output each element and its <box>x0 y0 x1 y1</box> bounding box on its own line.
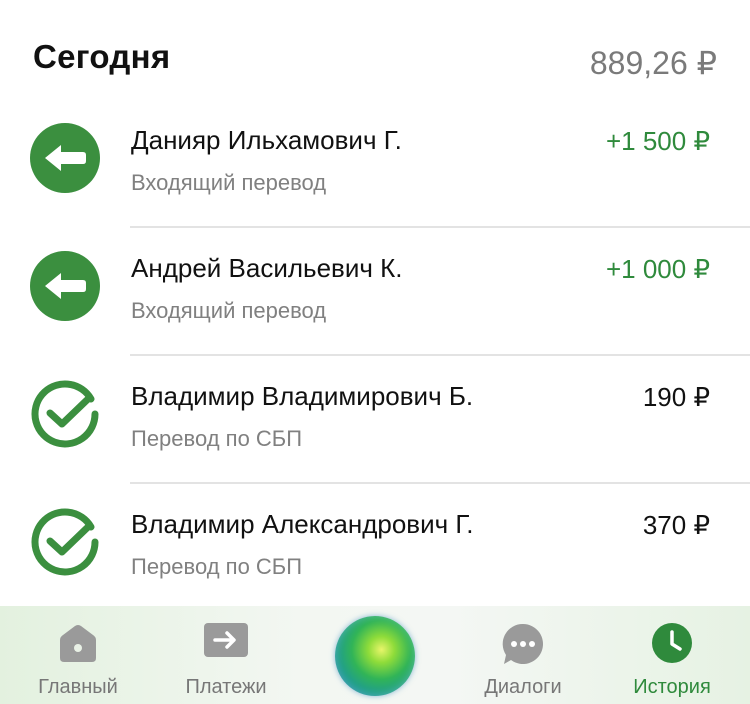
tab-label: Диалоги <box>484 676 562 698</box>
sber-check-icon <box>30 379 100 449</box>
transaction-type: Входящий перевод <box>131 298 327 323</box>
section-title: Сегодня <box>33 38 171 75</box>
transaction-name: Андрей Васильевич К. <box>131 253 403 283</box>
transaction-amount: +1 500 ₽ <box>605 126 710 156</box>
transaction-amount: +1 000 ₽ <box>605 254 710 284</box>
transaction-name: Владимир Владимирович Б. <box>131 381 474 411</box>
home-icon <box>56 622 100 669</box>
tab-payments[interactable]: Платежи <box>166 606 286 704</box>
transaction-row[interactable]: Владимир Александрович Г. Перевод по СБП… <box>0 484 750 612</box>
sber-check-icon <box>30 507 100 577</box>
transaction-amount: 190 ₽ <box>642 382 710 412</box>
bottom-tab-bar: Главный Платежи Диалоги История <box>0 606 750 704</box>
transaction-name: Данияр Ильхамович Г. <box>131 125 402 155</box>
payments-arrow-icon <box>203 622 249 663</box>
transaction-row[interactable]: Данияр Ильхамович Г. Входящий перевод +1… <box>0 100 750 228</box>
transaction-type: Перевод по СБП <box>131 554 303 579</box>
section-header: Сегодня 889,26 ₽ <box>0 0 750 105</box>
tab-label: Платежи <box>185 676 267 698</box>
transaction-name: Владимир Александрович Г. <box>131 509 474 539</box>
tab-dialogs[interactable]: Диалоги <box>463 606 583 704</box>
transaction-row[interactable]: Андрей Васильевич К. Входящий перевод +1… <box>0 228 750 356</box>
transaction-type: Входящий перевод <box>131 170 327 195</box>
incoming-arrow-icon <box>30 123 100 193</box>
transaction-amount: 370 ₽ <box>642 510 710 540</box>
tab-home[interactable]: Главный <box>18 606 138 704</box>
tab-label: История <box>633 676 711 698</box>
day-total-amount: 889,26 ₽ <box>589 45 717 81</box>
incoming-arrow-icon <box>30 251 100 321</box>
transaction-row[interactable]: Владимир Владимирович Б. Перевод по СБП … <box>0 356 750 484</box>
assistant-orb-button[interactable] <box>335 616 415 696</box>
tab-history[interactable]: История <box>612 606 732 704</box>
clock-icon <box>651 622 693 669</box>
transaction-type: Перевод по СБП <box>131 426 303 451</box>
tab-label: Главный <box>38 676 118 698</box>
transaction-list: Данияр Ильхамович Г. Входящий перевод +1… <box>0 100 750 612</box>
chat-bubble-icon <box>501 622 545 671</box>
